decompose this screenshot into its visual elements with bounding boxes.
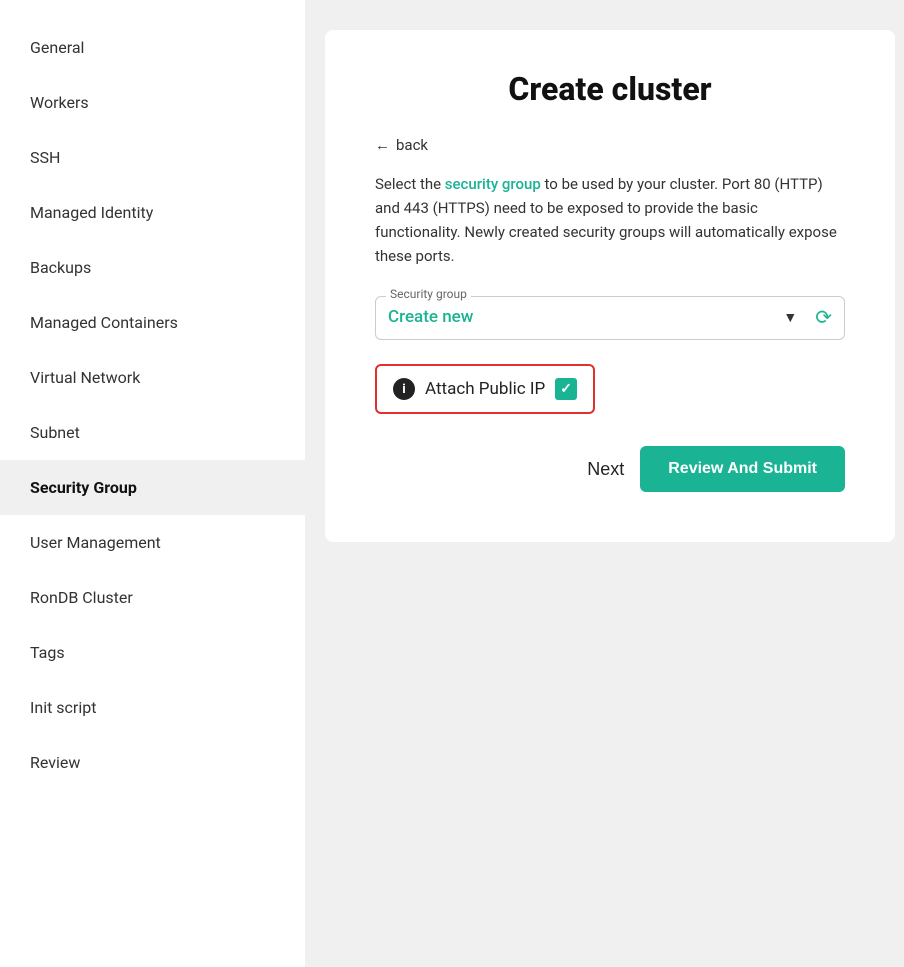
sidebar-item-rondb-cluster[interactable]: RonDB Cluster [0,570,305,625]
back-link[interactable]: ← back [375,136,845,154]
sidebar-item-subnet[interactable]: Subnet [0,405,305,460]
review-submit-button[interactable]: Review And Submit [640,446,845,492]
security-group-value: Create new [388,307,783,327]
page-title: Create cluster [375,70,845,108]
security-group-select[interactable]: Create new ▼ [388,307,797,327]
sidebar-item-tags[interactable]: Tags [0,625,305,680]
chevron-down-icon: ▼ [783,309,797,326]
sidebar-item-user-management[interactable]: User Management [0,515,305,570]
attach-public-ip-checkbox[interactable] [555,378,577,400]
sidebar-item-backups[interactable]: Backups [0,240,305,295]
back-arrow-icon: ← [375,136,390,154]
security-group-field: Security group Create new ▼ ⟳ [375,296,845,340]
main-content: Create cluster ← back Select the securit… [305,0,904,967]
sidebar-item-managed-identity[interactable]: Managed Identity [0,185,305,240]
security-group-label: Security group [386,287,471,301]
back-label: back [396,136,428,154]
sidebar-item-review[interactable]: Review [0,735,305,790]
attach-public-ip-box[interactable]: i Attach Public IP [375,364,595,414]
sidebar: General Workers SSH Managed Identity Bac… [0,0,305,967]
description-text: Select the security group to be used by … [375,172,845,268]
sidebar-item-ssh[interactable]: SSH [0,130,305,185]
button-row: Next Review And Submit [375,446,845,492]
sidebar-item-init-script[interactable]: Init script [0,680,305,735]
next-button[interactable]: Next [587,459,624,480]
refresh-icon[interactable]: ⟳ [815,305,832,329]
info-icon: i [393,378,415,400]
create-cluster-card: Create cluster ← back Select the securit… [325,30,895,542]
security-group-highlight: security group [445,175,541,193]
sidebar-item-security-group[interactable]: Security Group [0,460,305,515]
attach-public-ip-label: Attach Public IP [425,379,545,399]
sidebar-item-virtual-network[interactable]: Virtual Network [0,350,305,405]
sidebar-item-workers[interactable]: Workers [0,75,305,130]
sidebar-item-managed-containers[interactable]: Managed Containers [0,295,305,350]
sidebar-item-general[interactable]: General [0,20,305,75]
